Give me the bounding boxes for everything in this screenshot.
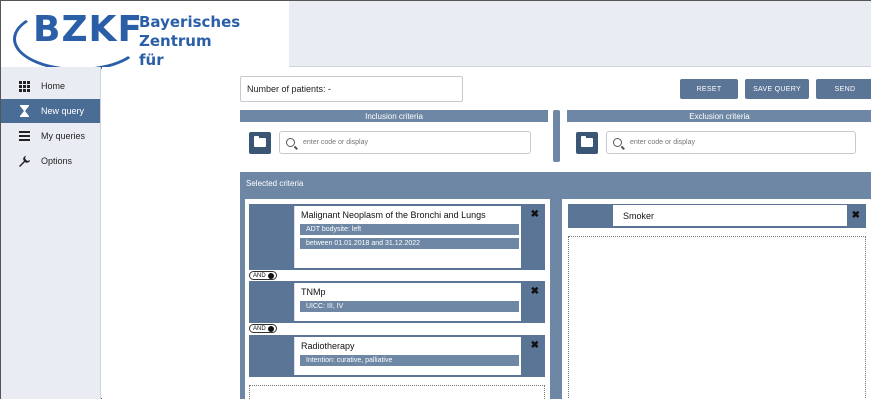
exclusion-criteria-panel: Exclusion criteria enter code or display xyxy=(567,110,871,163)
criteria-card[interactable]: Smoker ✖ xyxy=(568,204,866,228)
hourglass-icon xyxy=(17,104,31,118)
criteria-card[interactable]: TNMp UICC: III, IV ✖ xyxy=(249,281,545,323)
save-query-button[interactable]: SAVE QUERY xyxy=(745,79,809,99)
inclusion-search-input[interactable]: enter code or display xyxy=(279,131,531,154)
criteria-card-title: Malignant Neoplasm of the Bronchi and Lu… xyxy=(301,210,486,220)
inclusion-criteria-title: Inclusion criteria xyxy=(240,110,548,122)
logo: BZKF Bayerisches Zentrum für Krebsforsch… xyxy=(1,1,289,88)
search-placeholder: enter code or display xyxy=(630,139,695,146)
criteria-chip[interactable]: between 01.01.2018 and 31.12.2022 xyxy=(300,238,519,249)
criteria-card[interactable]: Malignant Neoplasm of the Bronchi and Lu… xyxy=(249,204,545,270)
criteria-chip[interactable]: UICC: III, IV xyxy=(300,301,519,312)
list-icon xyxy=(17,129,31,143)
inclusion-criteria-panel: Inclusion criteria enter code or display xyxy=(240,110,548,163)
criteria-card-title: TNMp xyxy=(301,287,326,297)
inclusion-drop-zone[interactable] xyxy=(249,385,545,399)
exclusion-criteria-title: Exclusion criteria xyxy=(567,110,871,122)
app-header: BZKF Bayerisches Zentrum für Krebsforsch… xyxy=(1,1,871,88)
grid-icon xyxy=(17,79,31,93)
search-icon xyxy=(613,138,622,147)
sidebar-item-label: Home xyxy=(41,81,66,91)
close-icon[interactable]: ✖ xyxy=(531,209,539,220)
main-content: Number of patients: - RESET SAVE QUERY S… xyxy=(102,67,871,399)
toggle-dot-icon xyxy=(267,325,274,332)
wrench-icon xyxy=(17,154,31,168)
close-icon[interactable]: ✖ xyxy=(531,286,539,297)
sidebar: Home New query My queries Options xyxy=(1,67,101,399)
close-icon[interactable]: ✖ xyxy=(852,210,860,221)
selected-exclusion-column: Smoker ✖ xyxy=(562,199,871,399)
criteria-card-title: Smoker xyxy=(613,205,847,226)
sidebar-item-my-queries[interactable]: My queries xyxy=(1,124,100,148)
search-placeholder: enter code or display xyxy=(303,139,368,146)
exclusion-drop-zone[interactable] xyxy=(568,236,866,399)
selected-criteria-panel: Selected criteria Malignant Neoplasm of … xyxy=(240,172,871,399)
search-icon xyxy=(286,138,295,147)
criteria-card[interactable]: Radiotherapy Intention: curative, pallia… xyxy=(249,335,545,377)
close-icon[interactable]: ✖ xyxy=(531,340,539,351)
patient-count-field: Number of patients: - xyxy=(240,76,463,102)
folder-icon xyxy=(254,136,266,147)
panel-divider xyxy=(553,110,560,162)
sidebar-item-label: Options xyxy=(41,156,73,166)
sidebar-item-new-query[interactable]: New query xyxy=(1,99,100,123)
folder-icon xyxy=(581,136,593,147)
toggle-dot-icon xyxy=(267,272,274,279)
selected-inclusion-column: Malignant Neoplasm of the Bronchi and Lu… xyxy=(245,199,550,399)
sidebar-item-label: My queries xyxy=(41,131,86,141)
and-toggle[interactable]: AND xyxy=(249,271,277,280)
inclusion-folder-button[interactable] xyxy=(249,131,271,154)
sidebar-item-home[interactable]: Home xyxy=(1,74,100,98)
exclusion-search-input[interactable]: enter code or display xyxy=(606,131,856,154)
reset-button[interactable]: RESET xyxy=(680,79,738,99)
and-toggle[interactable]: AND xyxy=(249,324,277,333)
logo-text: BZKF xyxy=(33,9,144,50)
sidebar-item-label: New query xyxy=(41,106,85,116)
criteria-chip[interactable]: ADT bodysite: left xyxy=(300,224,519,235)
criteria-card-title: Radiotherapy xyxy=(301,341,355,351)
criteria-chip[interactable]: Intention: curative, palliative xyxy=(300,355,519,366)
selected-criteria-title: Selected criteria xyxy=(246,179,304,188)
sidebar-item-options[interactable]: Options xyxy=(1,149,100,173)
send-button[interactable]: SEND xyxy=(816,79,871,99)
exclusion-folder-button[interactable] xyxy=(576,131,598,154)
